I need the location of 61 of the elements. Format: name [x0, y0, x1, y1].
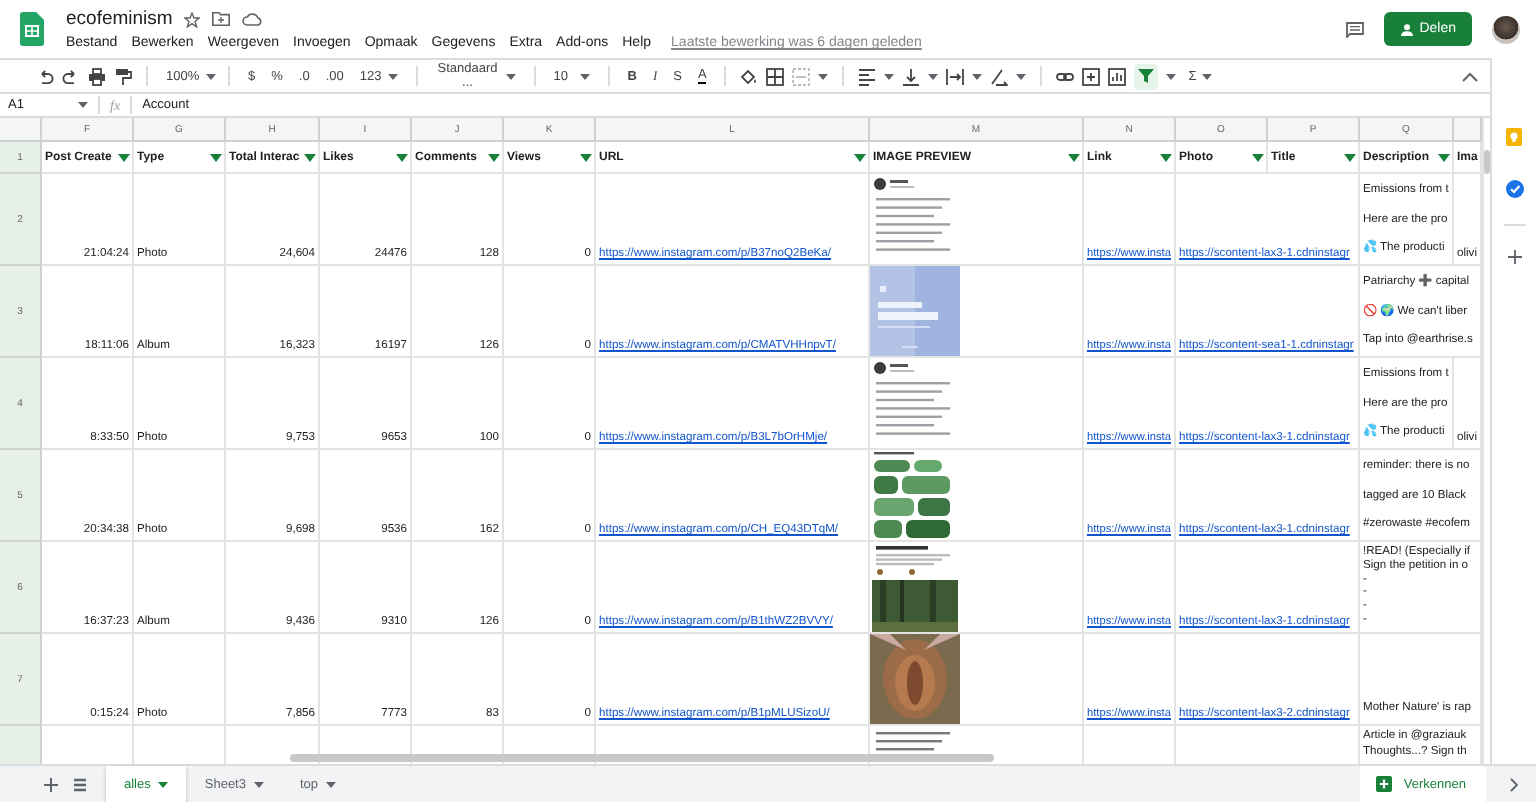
add-icon[interactable]: [44, 777, 58, 791]
scrollbar[interactable]: [290, 754, 994, 762]
collapse-icon[interactable]: [1462, 71, 1478, 81]
star-icon[interactable]: [184, 11, 201, 27]
filter-icon[interactable]: [209, 153, 221, 161]
filter-icon[interactable]: [853, 153, 865, 161]
filter-icon[interactable]: [487, 153, 499, 161]
merge-icon: [792, 67, 811, 85]
caret-icon[interactable]: [205, 73, 216, 79]
comment-add-icon[interactable]: [1082, 67, 1101, 85]
filter-icon[interactable]: [1159, 153, 1171, 161]
corner-cell[interactable]: [0, 118, 42, 142]
borders-icon[interactable]: [766, 67, 785, 85]
caret-icon[interactable]: [1202, 73, 1213, 79]
explore-icon: [1375, 776, 1392, 792]
caret-icon[interactable]: [1166, 73, 1177, 79]
list-icon[interactable]: [74, 777, 86, 791]
caret-icon[interactable]: [818, 73, 829, 79]
person-icon: [1399, 23, 1414, 35]
caret-icon[interactable]: [253, 781, 264, 787]
folder-icon[interactable]: [212, 12, 231, 26]
undo-icon[interactable]: [36, 67, 54, 85]
tasks-icon[interactable]: [1505, 180, 1523, 198]
caret-icon[interactable]: [78, 102, 88, 108]
paint-format-icon[interactable]: [114, 67, 132, 85]
caret-icon[interactable]: [326, 781, 337, 787]
caret-icon[interactable]: [579, 73, 590, 79]
document-title[interactable]: ecofeminism: [66, 8, 173, 30]
text-wrap-icon[interactable]: [946, 67, 965, 85]
filter-icon[interactable]: [395, 153, 407, 161]
filter-icon[interactable]: [303, 153, 315, 161]
text-rotate-icon[interactable]: [990, 67, 1009, 85]
filter-icon[interactable]: [1251, 153, 1263, 161]
comment-icon[interactable]: [1345, 21, 1364, 37]
chevron-right-icon[interactable]: [1510, 777, 1518, 791]
filter-icon[interactable]: [1067, 153, 1079, 161]
filter-icon[interactable]: [579, 153, 591, 161]
spreadsheet-icon: [20, 12, 44, 46]
fill-color-icon[interactable]: [740, 67, 759, 85]
print-icon[interactable]: [88, 67, 106, 85]
vertical-align-icon[interactable]: [902, 67, 921, 85]
filter-button[interactable]: [1134, 63, 1159, 89]
avatar[interactable]: [1492, 15, 1520, 43]
caret-icon[interactable]: [505, 73, 516, 79]
filter-icon[interactable]: [1343, 153, 1355, 161]
filter-icon[interactable]: [1437, 153, 1449, 161]
link-icon[interactable]: [1056, 67, 1075, 85]
caret-icon[interactable]: [1016, 73, 1027, 79]
caret-icon[interactable]: [972, 73, 983, 79]
caret-icon[interactable]: [158, 781, 169, 787]
chart-icon[interactable]: [1108, 67, 1127, 85]
filter-icon[interactable]: [117, 153, 129, 161]
caret-icon[interactable]: [928, 73, 939, 79]
align-left-icon[interactable]: [858, 67, 877, 85]
scrollbar[interactable]: [1482, 118, 1490, 764]
filter-icon[interactable]: [1138, 68, 1155, 84]
caret-icon[interactable]: [387, 73, 398, 79]
cloud-icon[interactable]: [242, 12, 263, 26]
caret-icon[interactable]: [884, 73, 895, 79]
add-icon[interactable]: [1507, 250, 1521, 264]
redo-icon[interactable]: [62, 67, 80, 85]
